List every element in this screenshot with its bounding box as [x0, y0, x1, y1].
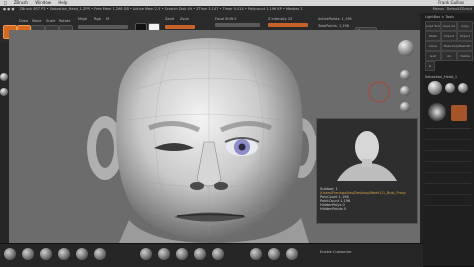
window-controls[interactable]: ● ● ● — [3, 7, 14, 11]
mrgb-label[interactable]: Mrgb — [78, 17, 87, 21]
app-titlebar: ● ● ● ZBrush 4R7 P3 • Sebastian_Head_1.Z… — [0, 6, 474, 13]
subtool-row[interactable] — [425, 195, 471, 206]
menu-item-window[interactable]: Window — [35, 0, 51, 5]
copy-tool-button[interactable]: Copy Tool — [457, 21, 473, 31]
left-shelf — [0, 43, 9, 243]
brush-extra1-icon[interactable] — [268, 248, 280, 260]
subtool-row[interactable] — [425, 184, 471, 195]
brush-smooth-icon[interactable] — [212, 248, 224, 260]
tool-sphere-icon[interactable] — [400, 102, 410, 112]
subtool-row[interactable] — [425, 173, 471, 184]
load-tool-button[interactable]: Load Tool — [425, 21, 441, 31]
subtool-preview-panel: Subtool: 1 /Users/Frankgullios/Desktop/W… — [316, 118, 418, 224]
clone-button[interactable]: Clone — [425, 41, 441, 51]
zsub-label[interactable]: Zsub — [180, 17, 189, 21]
all-button[interactable]: All — [441, 51, 457, 61]
title-text: ZBrush 4R7 P3 • Sebastian_Head_1.ZPR • F… — [19, 7, 303, 11]
make-polymesh-button[interactable]: Make PolyMesh3D — [441, 41, 473, 51]
brush-clay-icon[interactable] — [250, 248, 262, 260]
brush-claybuildup-icon[interactable] — [40, 248, 52, 260]
paste-tool-button[interactable]: Paste Tool — [425, 31, 441, 41]
brush-damstandard-icon[interactable] — [58, 248, 70, 260]
visible-button[interactable]: Visible — [457, 51, 473, 61]
tool-palette: LightBox > Tools Load Tool Save As Copy … — [423, 13, 474, 266]
selected-tool-icon[interactable] — [451, 105, 467, 121]
menu-item-help[interactable]: Help — [58, 0, 67, 5]
tool-thumbnail-icon[interactable] — [428, 81, 442, 95]
apple-icon[interactable]:  — [4, 0, 6, 5]
export-button[interactable]: Export — [457, 31, 473, 41]
menus-label[interactable]: Menus — [433, 6, 444, 13]
brush-movetopo-icon[interactable] — [194, 248, 206, 260]
lightbox-label[interactable]: LightBox > Tools — [425, 15, 454, 19]
import-button[interactable]: Import — [441, 31, 457, 41]
brush-inflat-icon[interactable] — [76, 248, 88, 260]
brush-damstandard2-icon[interactable] — [176, 248, 188, 260]
bust-thumbnail — [317, 119, 417, 181]
subtool-row[interactable] — [425, 151, 471, 162]
brush-pinch-icon[interactable] — [94, 248, 106, 260]
zadd-toggle[interactable] — [165, 25, 195, 29]
tool-thumb-2-icon[interactable] — [445, 83, 455, 93]
move-label: Move — [32, 19, 42, 23]
rgb-intensity-slider[interactable] — [78, 25, 128, 29]
subtool-row[interactable] — [425, 162, 471, 173]
brush-hpolish-icon[interactable] — [158, 248, 170, 260]
texture-sphere-icon[interactable] — [400, 70, 410, 80]
rotate-label: Rotate — [59, 19, 71, 23]
subtool-row[interactable] — [425, 140, 471, 151]
bottom-brush-shelf: Enable Customize — [0, 243, 423, 267]
m-label[interactable]: M — [106, 17, 109, 21]
subtool-list[interactable] — [425, 128, 471, 259]
focal-shift-slider[interactable] — [215, 23, 260, 27]
goz-button[interactable]: GoZ — [425, 51, 441, 61]
head-thumbnail-icon[interactable] — [428, 103, 446, 121]
brush-extra2-icon[interactable] — [286, 248, 298, 260]
brush-preview-icon[interactable] — [0, 73, 8, 81]
r-button[interactable]: R — [425, 61, 435, 71]
enable-customize-label[interactable]: Enable Customize — [320, 250, 351, 254]
tool-name-label: Sebastian_Head_1 — [425, 75, 458, 79]
z-intensity-label: Z Intensity 25 — [268, 17, 293, 21]
stat-hiddenpoints: HiddenPoints 0 — [320, 207, 347, 211]
save-as-button[interactable]: Save As — [441, 21, 457, 31]
zadd-label[interactable]: Zadd — [165, 17, 174, 21]
material-sphere-icon[interactable] — [398, 40, 414, 56]
tool-thumb-3-icon[interactable] — [458, 83, 468, 93]
brush-standard-icon[interactable] — [4, 248, 16, 260]
focal-shift-label: Focal Shift 0 — [215, 17, 237, 21]
total-points-label: TotalPoints: 1,196 — [318, 24, 349, 28]
active-points-label: ActivePoints: 1,196 — [318, 17, 352, 21]
scale-label: Scale — [46, 19, 56, 23]
subtool-row[interactable] — [425, 129, 471, 140]
z-intensity-slider[interactable] — [268, 23, 308, 27]
draw-label: Draw — [19, 19, 29, 23]
alpha-sphere-icon[interactable] — [400, 86, 410, 96]
default-zscript-label[interactable]: DefaultZScript — [447, 6, 472, 13]
rgb-label[interactable]: Rgb — [94, 17, 101, 21]
brush-move-icon[interactable] — [22, 248, 34, 260]
brush-trimdynamic-icon[interactable] — [140, 248, 152, 260]
menu-item-zbrush[interactable]: ZBrush — [14, 0, 28, 5]
stroke-preview-icon[interactable] — [0, 88, 8, 96]
